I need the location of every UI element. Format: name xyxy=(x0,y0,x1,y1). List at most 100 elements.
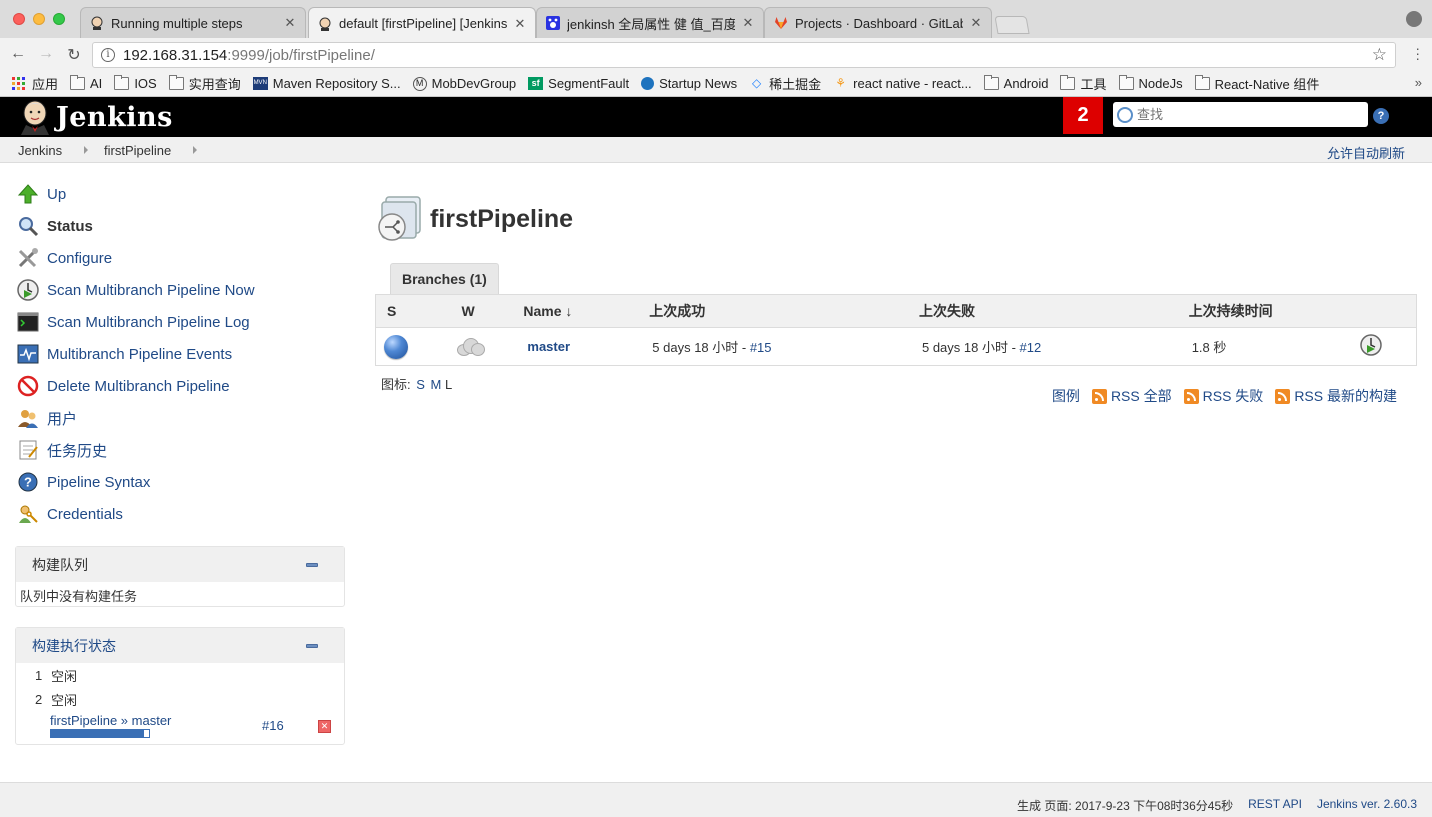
profile-avatar-icon[interactable] xyxy=(1406,11,1422,27)
rss-icon[interactable] xyxy=(1091,388,1107,404)
bookmark-item[interactable]: ◇ 稀土掘金 xyxy=(749,74,821,93)
search-input[interactable] xyxy=(1137,107,1357,122)
task-events[interactable]: Multibranch Pipeline Events xyxy=(16,338,336,370)
notification-badge[interactable]: 2 xyxy=(1063,97,1103,134)
rss-all-link[interactable]: RSS 全部 xyxy=(1111,386,1172,406)
close-tab-icon[interactable]: ✕ xyxy=(969,15,983,31)
task-label[interactable]: 用户 xyxy=(47,408,77,429)
task-label[interactable]: Status xyxy=(47,218,93,235)
breadcrumb-jenkins[interactable]: Jenkins xyxy=(18,143,62,158)
task-status[interactable]: Status xyxy=(16,210,336,242)
task-configure[interactable]: Configure xyxy=(16,242,336,274)
minimize-window-button[interactable] xyxy=(33,13,45,25)
bookmark-label: 应用 xyxy=(32,77,59,92)
task-credentials[interactable]: Credentials xyxy=(16,498,336,530)
task-scan-now[interactable]: Scan Multibranch Pipeline Now xyxy=(16,274,336,306)
task-label[interactable]: Delete Multibranch Pipeline xyxy=(47,378,230,395)
forward-arrow-icon[interactable]: → xyxy=(36,45,56,63)
rss-latest-link[interactable]: RSS 最新的构建 xyxy=(1294,386,1397,406)
task-up[interactable]: Up xyxy=(16,178,336,210)
jenkins-version-link[interactable]: Jenkins ver. 2.60.3 xyxy=(1317,797,1417,814)
bookmark-star-icon[interactable]: ☆ xyxy=(1372,45,1387,65)
reload-icon[interactable]: ↻ xyxy=(64,45,84,65)
column-last-failure[interactable]: 上次失败 xyxy=(918,294,1189,328)
tab-branches[interactable]: Branches (1) xyxy=(390,263,499,295)
task-label[interactable]: Configure xyxy=(47,250,112,267)
branch-link[interactable]: master xyxy=(527,339,570,354)
close-window-button[interactable] xyxy=(13,13,25,25)
rss-icon[interactable] xyxy=(1183,388,1199,404)
breadcrumb-firstpipeline[interactable]: firstPipeline xyxy=(104,143,171,158)
browser-menu-icon[interactable]: · · · xyxy=(1415,41,1420,65)
task-label[interactable]: Credentials xyxy=(47,506,123,523)
bookmark-item[interactable]: Android xyxy=(983,75,1048,91)
browser-tab-active[interactable]: default [firstPipeline] [Jenkins] ✕ xyxy=(308,7,536,39)
close-tab-icon[interactable]: ✕ xyxy=(741,15,755,31)
task-scan-log[interactable]: Scan Multibranch Pipeline Log xyxy=(16,306,336,338)
help-icon[interactable]: ? xyxy=(1373,108,1389,124)
task-users[interactable]: 用户 xyxy=(16,402,336,434)
browser-tab[interactable]: Projects · Dashboard · GitLab ✕ xyxy=(764,7,992,38)
back-arrow-icon[interactable]: ← xyxy=(8,45,28,63)
build-progress-bar[interactable] xyxy=(50,729,150,738)
close-tab-icon[interactable]: ✕ xyxy=(283,15,297,31)
bookmark-item[interactable]: AI xyxy=(70,75,102,91)
column-last-duration[interactable]: 上次持续时间 xyxy=(1188,294,1359,328)
rss-icon[interactable] xyxy=(1275,388,1291,404)
task-label[interactable]: Up xyxy=(47,186,66,203)
enable-auto-refresh-link[interactable]: 允许自动刷新 xyxy=(1327,143,1405,162)
task-label[interactable]: Multibranch Pipeline Events xyxy=(47,346,232,363)
status-ball-icon[interactable] xyxy=(384,334,408,359)
icon-size-m[interactable]: M xyxy=(431,377,442,392)
search-box[interactable] xyxy=(1113,102,1368,127)
column-name[interactable]: Name ↓ xyxy=(523,294,650,328)
bookmark-item[interactable]: ⚘ react native - react... xyxy=(833,76,971,91)
task-history[interactable]: 任务历史 xyxy=(16,434,336,466)
rss-failed-link[interactable]: RSS 失败 xyxy=(1203,386,1264,406)
bookmark-item[interactable]: sf SegmentFault xyxy=(528,76,629,91)
task-pipeline-syntax[interactable]: ? Pipeline Syntax xyxy=(16,466,336,498)
bookmark-item[interactable]: NodeJs xyxy=(1118,75,1183,91)
task-label[interactable]: 任务历史 xyxy=(47,440,107,461)
breadcrumb-arrow-icon[interactable] xyxy=(193,146,197,154)
icon-size-s[interactable]: S xyxy=(416,377,425,392)
rest-api-link[interactable]: REST API xyxy=(1248,797,1302,814)
bookmark-item[interactable]: Startup News xyxy=(641,76,737,91)
running-build-number-link[interactable]: #16 xyxy=(262,718,284,733)
browser-tab[interactable]: jenkinsh 全局属性 健 值_百度搜 ✕ xyxy=(536,7,764,38)
maximize-window-button[interactable] xyxy=(53,13,65,25)
column-status[interactable]: S xyxy=(375,294,452,328)
collapse-icon[interactable] xyxy=(306,563,318,567)
bookmark-item[interactable]: 实用查询 xyxy=(168,74,241,93)
executor-status-title[interactable]: 构建执行状态 xyxy=(32,636,116,656)
bookmark-item[interactable]: IOS xyxy=(114,75,157,91)
last-failure-build-link[interactable]: #12 xyxy=(1020,340,1042,355)
bookmarks-overflow-button[interactable]: » xyxy=(1415,75,1422,90)
column-last-success[interactable]: 上次成功 xyxy=(649,294,919,328)
task-label[interactable]: Scan Multibranch Pipeline Now xyxy=(47,282,255,299)
bookmark-item[interactable]: React-Native 组件 xyxy=(1194,74,1319,93)
column-weather[interactable]: W xyxy=(451,294,524,328)
bookmark-item[interactable]: 应用 xyxy=(12,74,58,93)
task-label[interactable]: Pipeline Syntax xyxy=(47,474,150,491)
bookmark-item[interactable]: M MobDevGroup xyxy=(412,76,516,91)
bookmark-item[interactable]: 工具 xyxy=(1060,74,1107,93)
last-failure-cell: 5 days 18 小时 - #12 xyxy=(919,328,1189,366)
bookmark-item[interactable]: MVN Maven Repository S... xyxy=(252,76,401,91)
running-job-link[interactable]: firstPipeline » master xyxy=(50,713,171,728)
last-success-build-link[interactable]: #15 xyxy=(750,340,772,355)
task-delete[interactable]: Delete Multibranch Pipeline xyxy=(16,370,336,402)
legend-link[interactable]: 图例 xyxy=(1052,386,1080,406)
site-info-icon[interactable]: i xyxy=(101,48,115,62)
stop-build-icon[interactable]: ✕ xyxy=(318,720,331,733)
breadcrumb-arrow-icon[interactable] xyxy=(84,146,88,154)
jenkins-logo[interactable]: Jenkins xyxy=(18,99,173,135)
task-label[interactable]: Scan Multibranch Pipeline Log xyxy=(47,314,250,331)
new-tab-button[interactable] xyxy=(994,16,1030,34)
close-tab-icon[interactable]: ✕ xyxy=(513,16,527,32)
browser-tab[interactable]: Running multiple steps ✕ xyxy=(80,7,306,38)
cloudy-icon[interactable] xyxy=(455,336,486,358)
collapse-icon[interactable] xyxy=(306,644,318,648)
schedule-build-icon[interactable] xyxy=(1359,334,1383,360)
address-bar[interactable]: i 192.168.31.154:9999/job/firstPipeline/… xyxy=(92,42,1396,68)
